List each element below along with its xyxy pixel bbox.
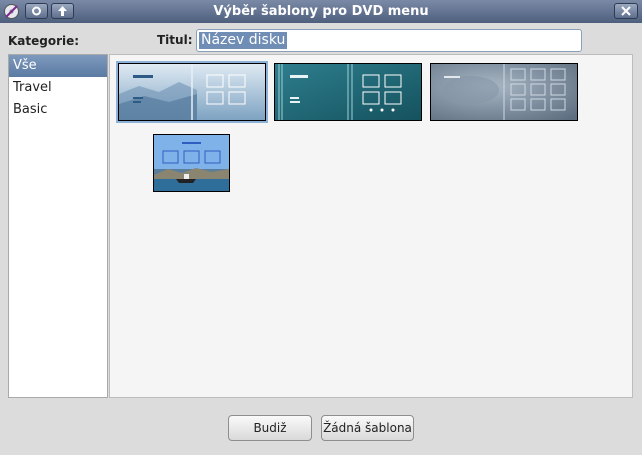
window-title: Výběr šablony pro DVD menu bbox=[213, 4, 429, 19]
title-label: Titul: bbox=[157, 33, 193, 47]
close-icon bbox=[621, 6, 631, 16]
category-item-vse[interactable]: Vše bbox=[9, 55, 107, 77]
template-preview-image bbox=[119, 64, 265, 120]
ok-button[interactable]: Budiž bbox=[228, 415, 312, 441]
template-preview-image bbox=[154, 135, 229, 191]
template-gray-blur[interactable] bbox=[430, 63, 578, 121]
template-travel-boat[interactable] bbox=[153, 134, 230, 192]
template-preview-image bbox=[431, 64, 577, 120]
category-list[interactable]: Vše Travel Basic bbox=[8, 54, 108, 398]
close-button[interactable] bbox=[614, 3, 638, 19]
template-grid bbox=[109, 54, 633, 398]
title-input[interactable]: Název disku bbox=[196, 29, 582, 52]
template-blue-mountains[interactable] bbox=[116, 61, 268, 123]
category-item-basic[interactable]: Basic bbox=[9, 99, 107, 121]
title-input-value: Název disku bbox=[199, 32, 288, 49]
category-label: Kategorie: bbox=[8, 34, 80, 48]
window-titlebar: Výběr šablony pro DVD menu bbox=[0, 0, 642, 23]
template-teal-stripes[interactable] bbox=[274, 63, 422, 121]
template-preview-image bbox=[275, 64, 421, 120]
category-item-travel[interactable]: Travel bbox=[9, 77, 107, 99]
no-template-button[interactable]: Žádná šablona bbox=[321, 415, 414, 441]
